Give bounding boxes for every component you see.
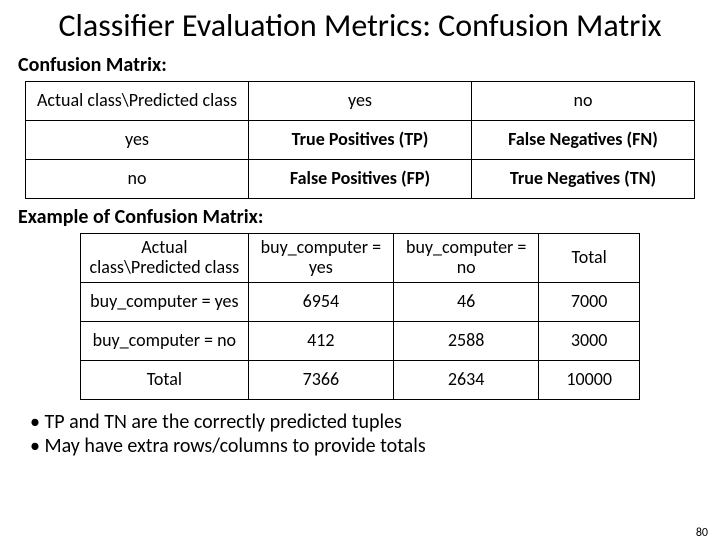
table-cell: True Negatives (TN) — [472, 160, 695, 199]
table-header-cell: Actual class\Predicted class — [26, 82, 249, 121]
page-number: 80 — [696, 526, 708, 540]
bullet-item: TP and TN are the correctly predicted tu… — [30, 410, 720, 434]
row-label-cell: Total — [81, 360, 249, 399]
bullet-item: May have extra rows/columns to provide t… — [30, 434, 720, 458]
definition-table: Actual class\Predicted class yes no yes … — [25, 81, 695, 199]
table-header-cell: buy_computer = yes — [248, 234, 393, 283]
table-cell: 7000 — [539, 282, 640, 321]
table-cell: 6954 — [248, 282, 393, 321]
subheading-example: Example of Confusion Matrix: — [18, 205, 720, 229]
table-cell: 412 — [248, 321, 393, 360]
table-cell: 46 — [394, 282, 539, 321]
table-header-cell: yes — [249, 82, 472, 121]
table-header-cell: Actual class\Predicted class — [81, 234, 249, 283]
slide-title: Classifier Evaluation Metrics: Confusion… — [40, 8, 680, 43]
table-header-cell: no — [472, 82, 695, 121]
table-header-cell: buy_computer = no — [394, 234, 539, 283]
example-table: Actual class\Predicted class buy_compute… — [80, 233, 640, 400]
row-label-cell: buy_computer = no — [81, 321, 249, 360]
table-row: Actual class\Predicted class buy_compute… — [81, 234, 640, 283]
table-cell: 3000 — [539, 321, 640, 360]
row-label-cell: yes — [26, 121, 249, 160]
table-row: no False Positives (FP) True Negatives (… — [26, 160, 695, 199]
bullet-list: TP and TN are the correctly predicted tu… — [30, 410, 720, 458]
table-row: buy_computer = no 412 2588 3000 — [81, 321, 640, 360]
table-cell: 2588 — [394, 321, 539, 360]
table-header-cell: Total — [539, 234, 640, 283]
table-cell: False Positives (FP) — [249, 160, 472, 199]
table-row: yes True Positives (TP) False Negatives … — [26, 121, 695, 160]
table-row: Total 7366 2634 10000 — [81, 360, 640, 399]
table-row: Actual class\Predicted class yes no — [26, 82, 695, 121]
table-cell: True Positives (TP) — [249, 121, 472, 160]
table-row: buy_computer = yes 6954 46 7000 — [81, 282, 640, 321]
table-cell: 7366 — [248, 360, 393, 399]
table-cell: 2634 — [394, 360, 539, 399]
table-cell: False Negatives (FN) — [472, 121, 695, 160]
row-label-cell: no — [26, 160, 249, 199]
table-cell: 10000 — [539, 360, 640, 399]
subheading-confusion-matrix: Confusion Matrix: — [18, 53, 720, 77]
row-label-cell: buy_computer = yes — [81, 282, 249, 321]
